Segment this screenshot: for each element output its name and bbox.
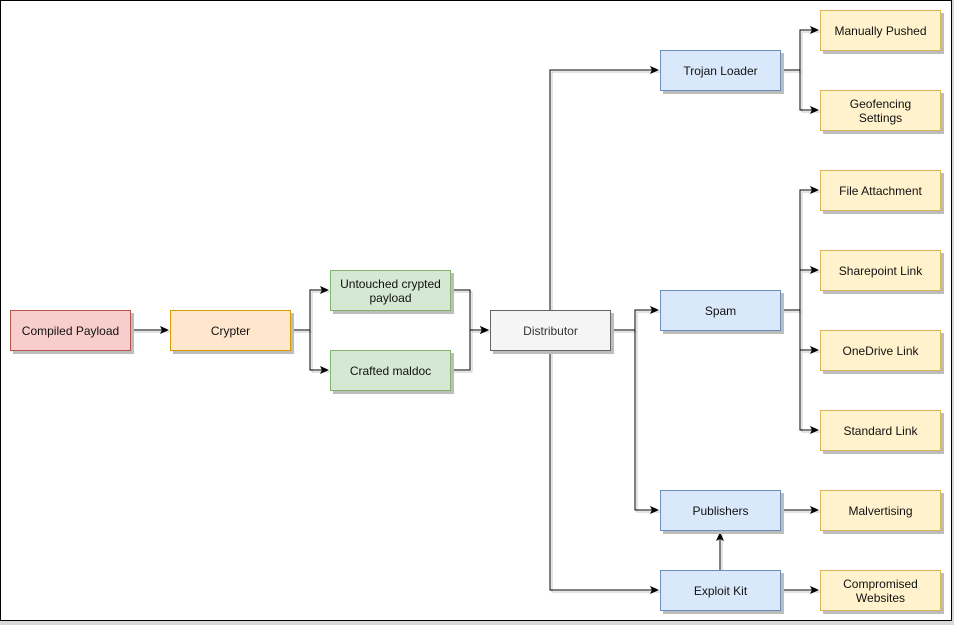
- edge-shadow: [551, 71, 660, 312]
- edge-spam-to-sharepoint-link[interactable]: [781, 266, 819, 311]
- node-crypter[interactable]: Crypter: [170, 310, 291, 351]
- edge-crafted-maldoc-to-distributor[interactable]: [451, 326, 489, 371]
- edge-shadow: [551, 353, 660, 593]
- edge-distributor-to-exploit-kit[interactable]: [549, 351, 659, 594]
- edge-shadow: [783, 31, 820, 73]
- edge-shadow: [613, 331, 660, 513]
- edge-spam-to-standard-link[interactable]: [781, 309, 819, 434]
- node-distributor[interactable]: Distributor: [490, 310, 611, 351]
- edge-trojan-loader-to-geofencing-settings[interactable]: [781, 69, 819, 114]
- edge-trojan-loader-to-manually-pushed[interactable]: [781, 26, 819, 71]
- edge-shadow: [783, 71, 820, 113]
- node-manually-pushed[interactable]: Manually Pushed: [820, 10, 941, 51]
- node-malvertising[interactable]: Malvertising: [820, 490, 941, 531]
- edge-shadow: [293, 291, 330, 333]
- edge-shadow: [613, 311, 660, 333]
- node-label: Untouched crypted payload: [340, 276, 441, 305]
- node-compiled-payload[interactable]: Compiled Payload: [10, 310, 131, 351]
- edge-crypter-to-crafted-maldoc[interactable]: [291, 329, 329, 374]
- edge-shadow: [453, 291, 490, 333]
- node-label: Trojan Loader: [683, 63, 758, 78]
- node-label: Publishers: [692, 503, 749, 518]
- node-label: Malvertising: [848, 503, 913, 518]
- edge-crypter-to-untouched-crypted-payload[interactable]: [291, 286, 329, 331]
- node-label: OneDrive Link: [842, 343, 919, 358]
- edge-shadow: [293, 331, 330, 373]
- node-label: Compromised Websites: [843, 576, 918, 605]
- node-label: Manually Pushed: [834, 23, 927, 38]
- node-geofencing-settings[interactable]: Geofencing Settings: [820, 90, 941, 131]
- node-label: Geofencing Settings: [849, 96, 912, 125]
- node-exploit-kit[interactable]: Exploit Kit: [660, 570, 781, 611]
- node-label: Standard Link: [843, 423, 918, 438]
- node-label: Compiled Payload: [21, 323, 120, 338]
- node-crafted-maldoc[interactable]: Crafted maldoc: [330, 350, 451, 391]
- node-label: File Attachment: [839, 183, 922, 198]
- edge-shadow: [783, 311, 820, 433]
- node-label: Sharepoint Link: [838, 263, 923, 278]
- node-label: Distributor: [523, 323, 578, 338]
- edge-distributor-to-spam[interactable]: [611, 306, 659, 331]
- node-standard-link[interactable]: Standard Link: [820, 410, 941, 451]
- node-compromised-websites[interactable]: Compromised Websites: [820, 570, 941, 611]
- node-trojan-loader[interactable]: Trojan Loader: [660, 50, 781, 91]
- node-untouched-crypted-payload[interactable]: Untouched crypted payload: [330, 270, 451, 311]
- node-label: Spam: [704, 303, 737, 318]
- node-label: Exploit Kit: [693, 583, 748, 598]
- edge-untouched-crypted-payload-to-distributor[interactable]: [451, 289, 489, 334]
- node-spam[interactable]: Spam: [660, 290, 781, 331]
- node-file-attachment[interactable]: File Attachment: [820, 170, 941, 211]
- node-publishers[interactable]: Publishers: [660, 490, 781, 531]
- edge-shadow: [783, 271, 820, 313]
- node-onedrive-link[interactable]: OneDrive Link: [820, 330, 941, 371]
- edge-shadow: [453, 331, 490, 373]
- edge-distributor-to-publishers[interactable]: [611, 329, 659, 514]
- node-label: Crafted maldoc: [349, 363, 432, 378]
- node-label: Crypter: [210, 323, 251, 338]
- edge-distributor-to-trojan-loader[interactable]: [549, 66, 659, 310]
- node-sharepoint-link[interactable]: Sharepoint Link: [820, 250, 941, 291]
- edges-layer: [131, 26, 820, 594]
